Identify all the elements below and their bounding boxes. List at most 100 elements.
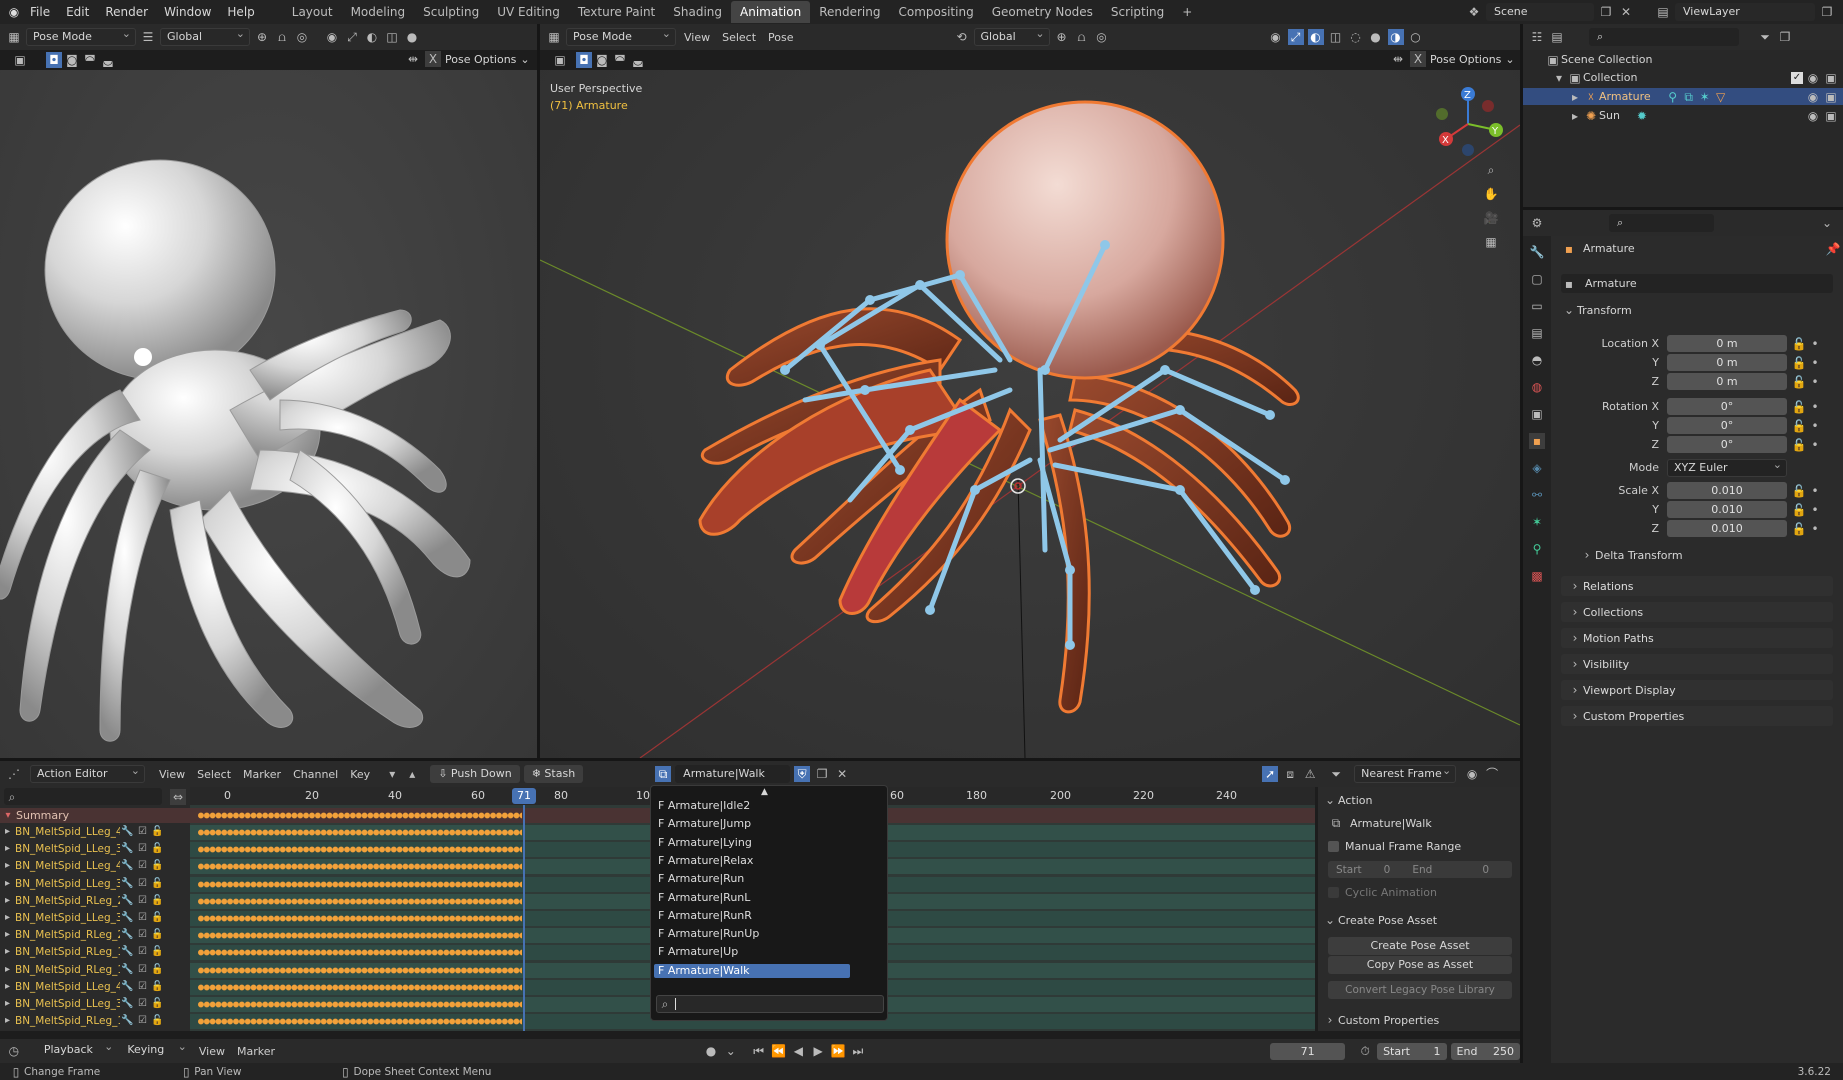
viewlayer-name-field[interactable]: ViewLayer: [1675, 3, 1815, 21]
wrench-icon[interactable]: 🔧: [120, 858, 135, 874]
action-panel-header[interactable]: ⌄ Action: [1322, 791, 1372, 809]
shading-solid-icon[interactable]: ●: [1368, 29, 1384, 45]
pivot-icon[interactable]: ⊕: [1054, 29, 1070, 45]
keyframe-dot-icon[interactable]: •: [1807, 336, 1823, 352]
new-scene-icon[interactable]: ❐: [1598, 4, 1614, 20]
wrench-icon[interactable]: 🔧: [120, 1013, 135, 1029]
scroll-up-icon[interactable]: ▲: [761, 787, 768, 797]
menu-pose[interactable]: Pose: [764, 31, 797, 44]
select-extend-icon[interactable]: ◙: [64, 52, 80, 68]
tab-rendering[interactable]: Rendering: [810, 1, 889, 23]
pivot-icon[interactable]: ⊕: [254, 29, 270, 45]
lock-icon[interactable]: 🔓: [1791, 437, 1807, 453]
summary-keyframe-strip[interactable]: [198, 811, 522, 820]
lock-icon[interactable]: 🔓: [150, 996, 165, 1012]
blender-logo-icon[interactable]: ◉: [6, 4, 22, 20]
menu-playback[interactable]: Playback: [38, 1039, 117, 1060]
scene-name-field[interactable]: Scene: [1486, 3, 1594, 21]
keyframe-dot-icon[interactable]: •: [1807, 355, 1823, 371]
custom-properties-panel-header[interactable]: › Custom Properties: [1561, 706, 1833, 726]
keyframe-strip[interactable]: [198, 879, 522, 889]
hamburger-menu-icon[interactable]: ☰: [140, 29, 156, 45]
select-new-icon[interactable]: ◘: [576, 52, 592, 68]
gizmo-toggle-icon[interactable]: ⤢: [344, 29, 360, 45]
chevron-down-icon[interactable]: ⌄: [520, 53, 529, 66]
menu-select[interactable]: Select: [718, 31, 760, 44]
action-menu-item[interactable]: F Armature|Run: [654, 872, 850, 886]
stash-button[interactable]: ❄ Stash: [523, 765, 584, 783]
action-name-field[interactable]: Armature|Walk: [675, 765, 791, 783]
action-menu-item[interactable]: F Armature|Idle2: [654, 799, 850, 813]
gizmo-toggle-icon[interactable]: ⤢: [1287, 29, 1304, 45]
select-invert-icon[interactable]: ◛: [100, 52, 116, 68]
location-z-field[interactable]: 0 m: [1667, 373, 1787, 390]
checkbox-icon[interactable]: ☑: [135, 979, 150, 995]
unlink-action-icon[interactable]: ✕: [834, 766, 850, 782]
range-start-field[interactable]: 0: [1384, 864, 1391, 876]
chevron-down-icon[interactable]: ⌄: [723, 1043, 739, 1059]
timeline-editor-icon[interactable]: ◷: [6, 1043, 22, 1059]
checkbox-icon[interactable]: ☑: [135, 927, 150, 943]
mesh-icon[interactable]: ▽: [1713, 89, 1729, 105]
interpolation-icon[interactable]: ▴: [404, 766, 420, 782]
checkbox-icon[interactable]: ☑: [135, 944, 150, 960]
only-selected-icon[interactable]: ➚: [1262, 766, 1279, 782]
lock-icon[interactable]: 🔓: [1791, 418, 1807, 434]
expand-arrow-icon[interactable]: ▸: [0, 962, 15, 978]
texture-tab-icon[interactable]: ▩: [1529, 568, 1545, 584]
motion-paths-panel-header[interactable]: › Motion Paths: [1561, 628, 1833, 648]
expand-arrow-icon[interactable]: ▸: [0, 927, 15, 943]
new-viewlayer-icon[interactable]: ❐: [1819, 4, 1835, 20]
channel-row[interactable]: ▸BN_MeltSpid_RLeg_1_(🔧☑🔓: [0, 945, 165, 959]
expand-arrow-icon[interactable]: ▸: [0, 876, 15, 892]
expand-arrow-icon[interactable]: ▸: [1567, 108, 1583, 124]
checkbox-icon[interactable]: ☑: [135, 824, 150, 840]
shading-material-icon[interactable]: ◑: [1387, 29, 1404, 45]
channel-row[interactable]: ▸BN_MeltSpid_RLeg_1_(🔧☑🔓: [0, 963, 165, 977]
lock-icon[interactable]: 🔓: [150, 962, 165, 978]
action-menu-item[interactable]: F Armature|Up: [654, 945, 850, 959]
keyframe-dot-icon[interactable]: •: [1807, 521, 1823, 537]
menu-file[interactable]: File: [22, 0, 58, 24]
scale-z-field[interactable]: 0.010: [1667, 520, 1787, 537]
wrench-icon[interactable]: 🔧: [120, 996, 135, 1012]
camera-render-icon[interactable]: ▣: [1823, 70, 1839, 86]
start-frame-field[interactable]: Start 1: [1377, 1042, 1447, 1060]
keyframe-strip[interactable]: [198, 896, 522, 906]
outliner-collection[interactable]: ▾ ▣ Collection ✓ ◉ ▣: [1523, 69, 1843, 86]
select-new-icon[interactable]: ◘: [46, 52, 62, 68]
custom-props-panel-header[interactable]: › Custom Properties: [1322, 1011, 1440, 1029]
delta-transform-header[interactable]: › Delta Transform: [1579, 546, 1683, 564]
outliner-search-input[interactable]: ⌕: [1589, 28, 1739, 46]
main-mode-dropdown[interactable]: Pose Mode: [566, 26, 676, 46]
lock-icon[interactable]: 🔓: [150, 944, 165, 960]
lock-icon[interactable]: 🔓: [150, 876, 165, 892]
checkbox-icon[interactable]: ☑: [135, 910, 150, 926]
object-data-field[interactable]: ▪ Armature: [1561, 274, 1833, 293]
select-invert-icon[interactable]: ◛: [630, 52, 646, 68]
checkbox-icon[interactable]: ☑: [135, 858, 150, 874]
fake-user-shield-icon[interactable]: ⛨: [794, 766, 811, 782]
area-divider-right[interactable]: [1520, 24, 1523, 1063]
jump-start-icon[interactable]: ⏮: [751, 1043, 767, 1059]
x-mirror-icon[interactable]: X: [1410, 51, 1426, 67]
record-icon[interactable]: ●: [703, 1043, 719, 1059]
display-mode-icon[interactable]: ▤: [1549, 29, 1565, 45]
scene-icon[interactable]: ❖: [1466, 4, 1482, 20]
world-tab-icon[interactable]: ◍: [1529, 379, 1545, 395]
area-divider-horizontal[interactable]: [0, 758, 1520, 761]
convert-legacy-button[interactable]: Convert Legacy Pose Library: [1328, 981, 1512, 999]
checkbox-icon[interactable]: ☑: [135, 876, 150, 892]
action-menu-item[interactable]: F Armature|Lying: [654, 836, 850, 850]
expand-arrow-icon[interactable]: ▾: [1551, 70, 1567, 86]
delete-viewlayer-icon[interactable]: ✕: [1839, 4, 1843, 20]
action-menu-item[interactable]: F Armature|Relax: [654, 854, 850, 868]
wrench-icon[interactable]: 🔧: [120, 944, 135, 960]
zoom-icon[interactable]: ⌕: [1483, 162, 1499, 178]
expand-arrow-icon[interactable]: ▸: [0, 979, 15, 995]
collections-panel-header[interactable]: › Collections: [1561, 602, 1833, 622]
tab-texture-paint[interactable]: Texture Paint: [569, 1, 664, 23]
transform-orientation-icon[interactable]: ⟲: [954, 29, 970, 45]
visibility-panel-header[interactable]: › Visibility: [1561, 654, 1833, 674]
action-menu-item[interactable]: F Armature|RunUp: [654, 927, 850, 941]
